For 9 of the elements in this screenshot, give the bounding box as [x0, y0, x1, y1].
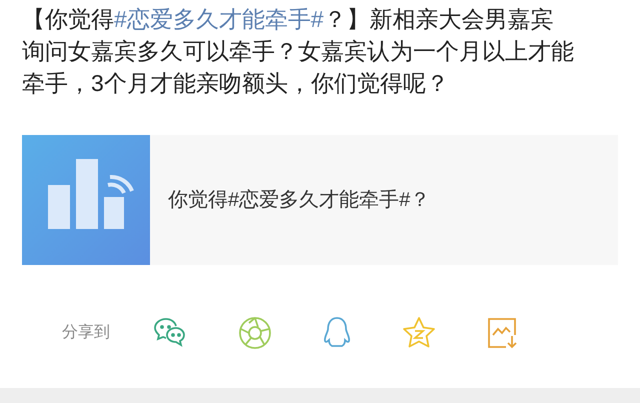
link-card[interactable]: 你觉得#恋爱多久才能牵手#？ [22, 135, 618, 265]
penguin-icon[interactable] [322, 316, 352, 350]
card-title: 你觉得#恋爱多久才能牵手#？ [168, 188, 430, 213]
aperture-icon[interactable] [238, 316, 272, 350]
star-icon[interactable] [402, 316, 436, 350]
wechat-icon[interactable] [152, 316, 188, 350]
share-label: 分享到 [62, 322, 110, 343]
hashtag-link[interactable]: #恋爱多久才能牵手# [114, 6, 324, 32]
post-text: 【你觉得#恋爱多久才能牵手#？】新相亲大会男嘉宾 询问女嘉宾多久可以牵手？女嘉宾认为一个月以上才能 牵手，3个月才能亲吻额头，你们觉得呢？ [22, 5, 575, 98]
